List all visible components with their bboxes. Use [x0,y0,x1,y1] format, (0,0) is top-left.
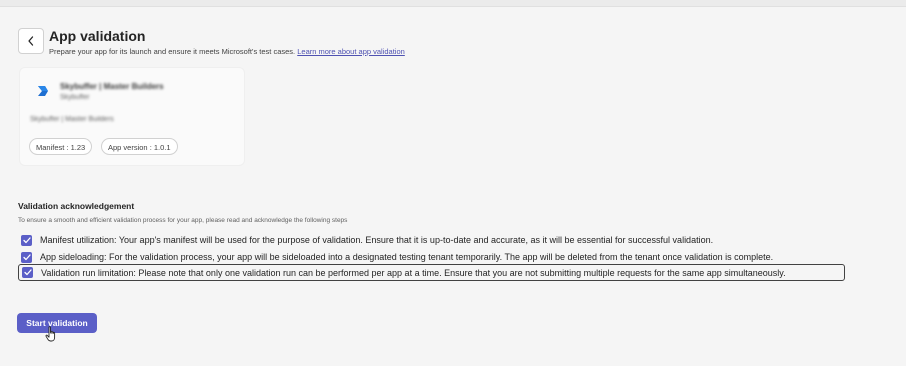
checkbox-app-sideloading[interactable] [21,251,32,263]
acknowledgement-description: To ensure a smooth and efficient validat… [18,217,348,224]
ack-item-validation-run-limitation[interactable]: Validation run limitation: Please note t… [18,264,845,281]
subtitle-text: Prepare your app for its launch and ensu… [49,47,296,56]
app-name: Skybuffer | Master Builders [60,82,164,91]
checkmark-icon [23,269,32,276]
ack-label-app-sideloading: App sideloading: For the validation proc… [40,252,774,262]
hand-pointer-cursor-icon [45,326,56,342]
app-version-chip: App version : 1.0.1 [101,138,178,155]
chevron-left-icon [28,36,34,46]
checkmark-icon [22,253,31,260]
back-button[interactable] [18,28,44,54]
learn-more-link[interactable]: Learn more about app validation [297,47,405,56]
ack-label-validation-run-limitation: Validation run limitation: Please note t… [41,267,786,278]
ack-item-manifest-utilization[interactable]: Manifest utilization: Your app's manifes… [18,232,713,248]
app-developer: Skybuffer [60,94,90,101]
ack-item-app-sideloading[interactable]: App sideloading: For the validation proc… [18,249,773,265]
app-card: Skybuffer | Master Builders Skybuffer Sk… [19,67,245,166]
checkbox-validation-run-limitation[interactable] [22,267,33,278]
acknowledgement-title: Validation acknowledgement [18,201,135,211]
ack-label-manifest-utilization: Manifest utilization: Your app's manifes… [40,235,714,245]
app-description: Skybuffer | Master Builders [30,116,114,123]
checkbox-manifest-utilization[interactable] [21,234,32,246]
app-validation-page: App validation Prepare your app for its … [6,7,906,366]
manifest-chip: Manifest : 1.23 [29,138,93,155]
app-logo-icon [38,86,48,96]
checkmark-icon [22,236,31,243]
top-bar [0,0,906,7]
page-subtitle: Prepare your app for its launch and ensu… [49,47,405,56]
page-title: App validation [49,28,146,44]
start-validation-button[interactable]: Start validation [17,313,97,333]
